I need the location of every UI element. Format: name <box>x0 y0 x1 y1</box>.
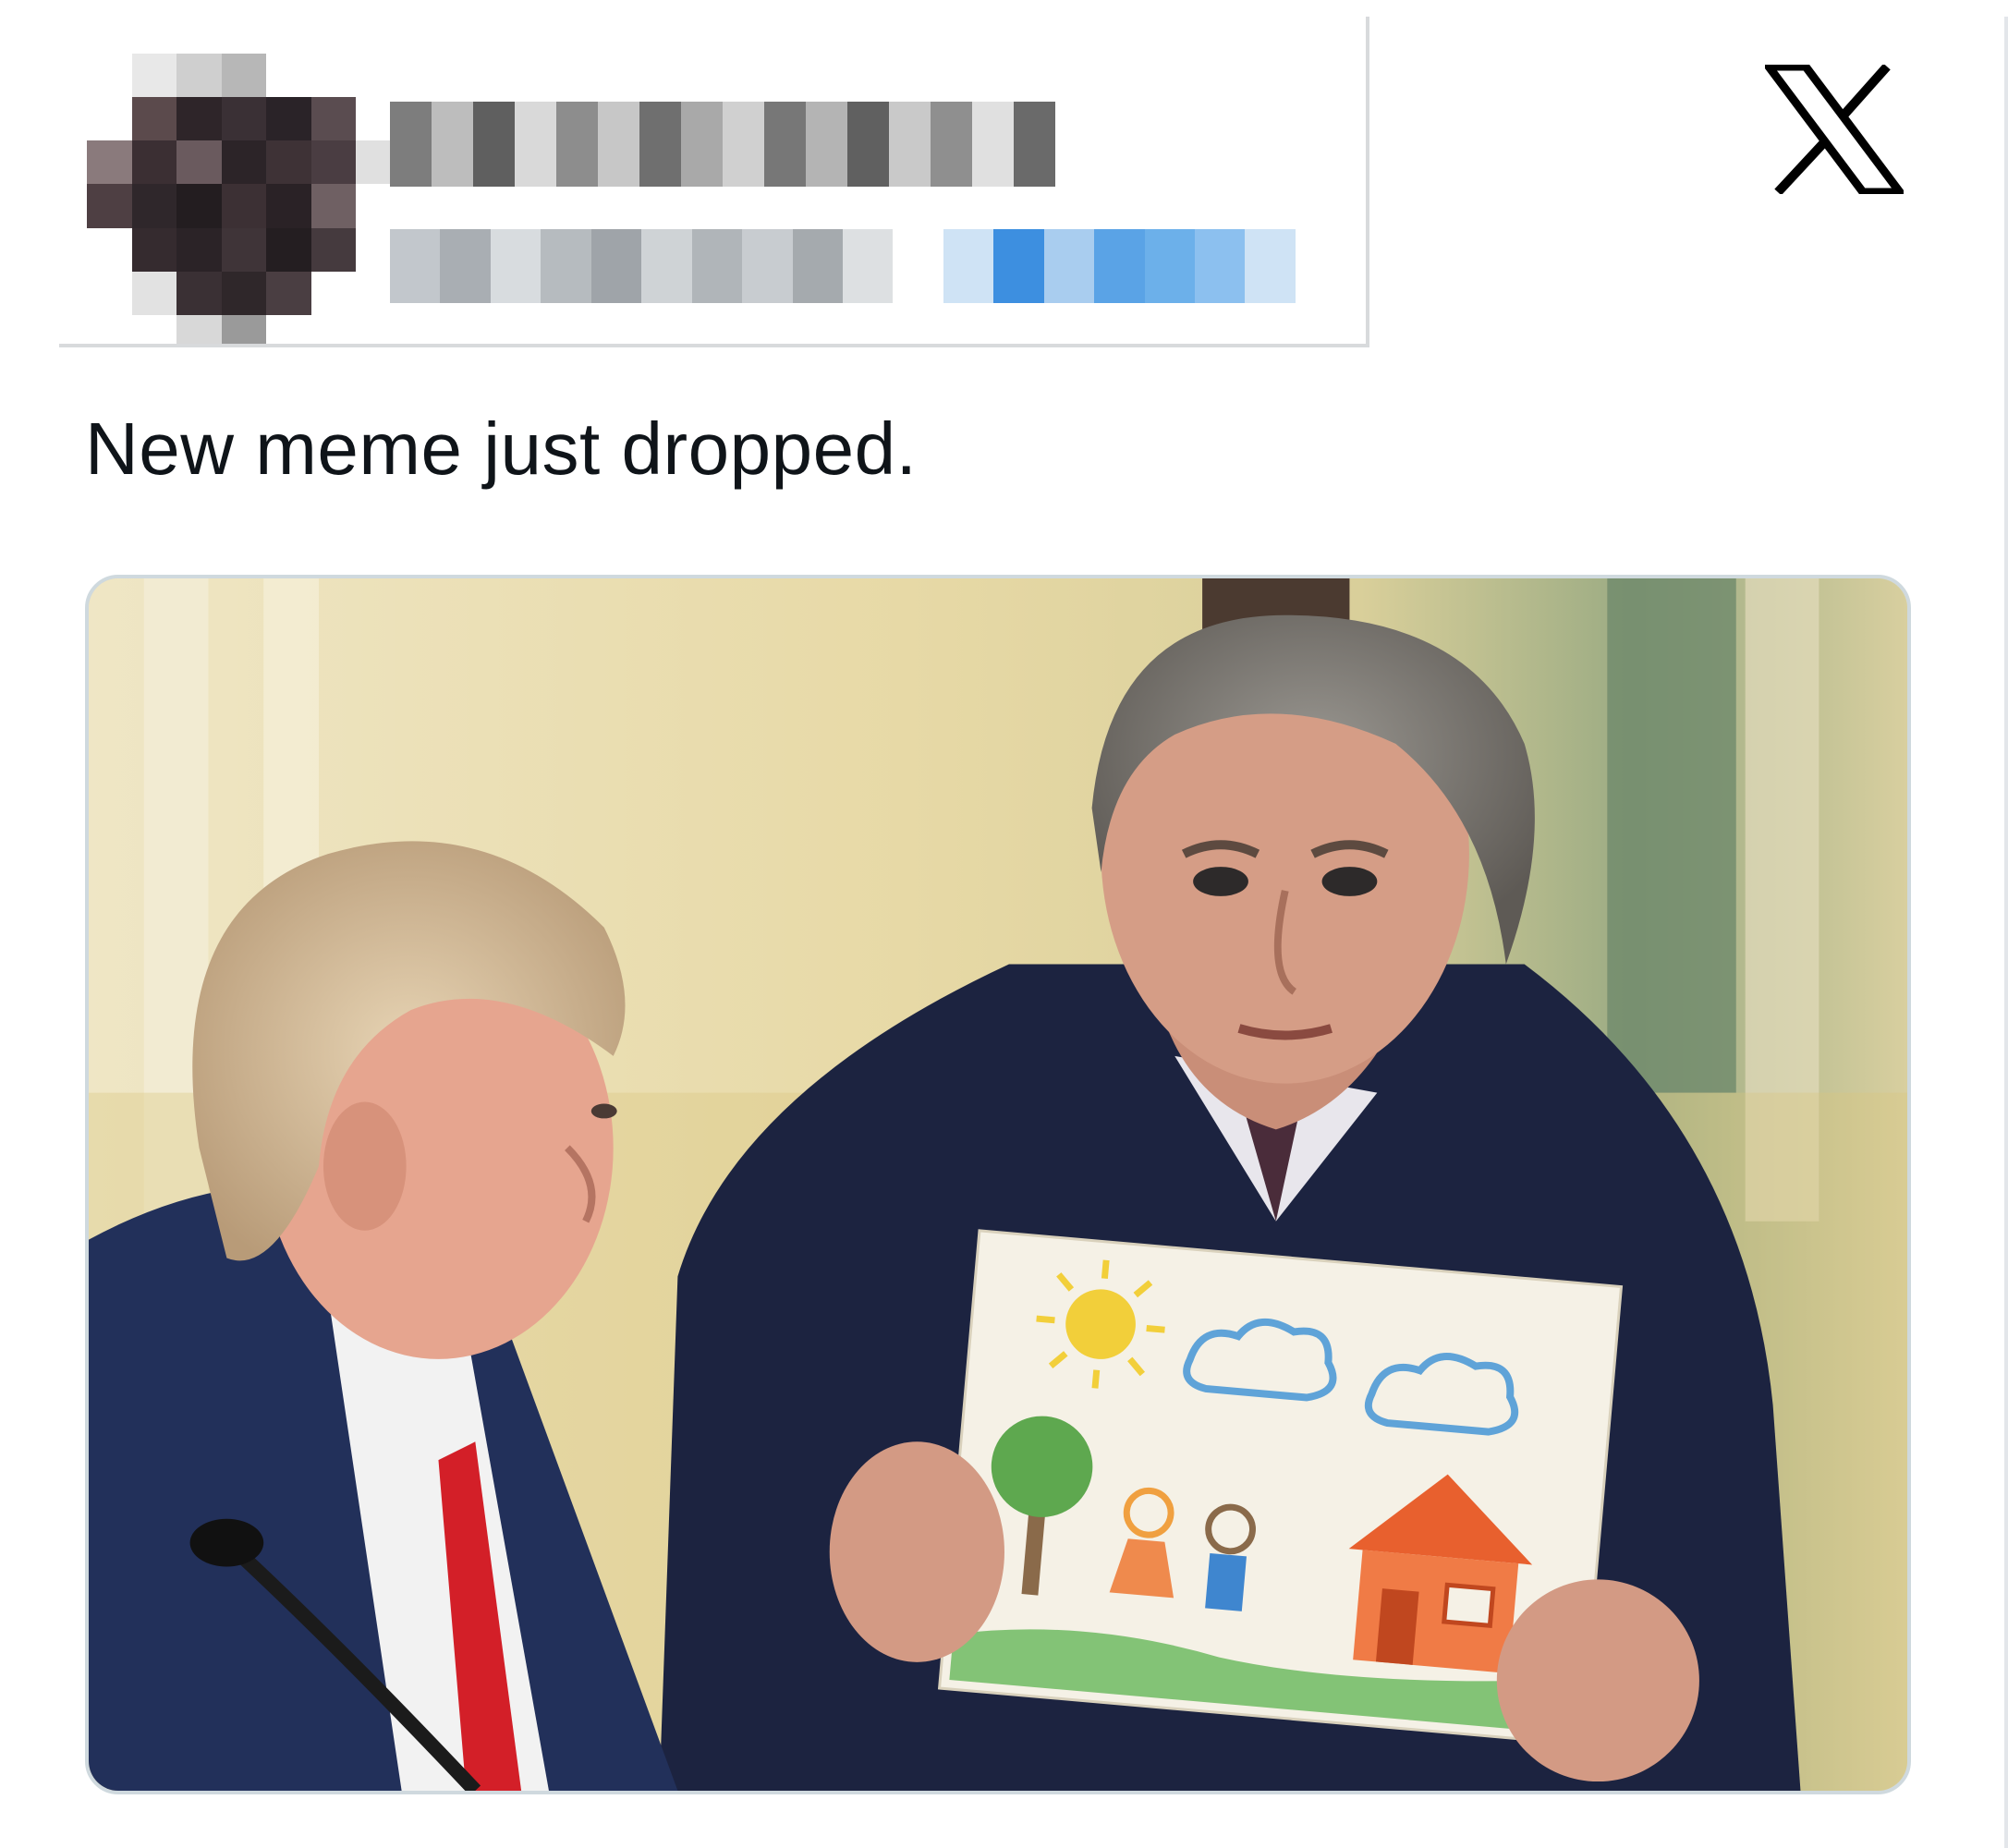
avatar-pixel <box>176 140 222 185</box>
avatar-pixel <box>266 54 311 98</box>
author-name-redacted[interactable] <box>390 102 1055 187</box>
avatar-pixel <box>310 54 357 98</box>
avatar-pixel <box>87 314 132 344</box>
name-pixel <box>972 102 1014 187</box>
avatar-pixel <box>266 227 311 272</box>
name-pixel <box>390 102 432 187</box>
name-pixel <box>598 102 639 187</box>
card-right-edge <box>2004 17 2008 1848</box>
avatar-pixel <box>176 184 222 228</box>
avatar-pixel <box>131 54 177 98</box>
avatar-pixel <box>131 227 177 272</box>
avatar-pixel <box>266 97 311 141</box>
avatar-pixel <box>176 271 222 315</box>
avatar-pixel <box>131 271 177 315</box>
avatar-pixel <box>221 184 267 228</box>
tweet-text: New meme just dropped. <box>85 407 918 490</box>
tweet-card: New meme just dropped. <box>0 0 2008 1848</box>
avatar[interactable] <box>87 54 401 344</box>
handle-pixel <box>1195 229 1246 303</box>
name-pixel <box>432 102 473 187</box>
author-header[interactable] <box>59 17 1369 347</box>
avatar-pixel <box>266 184 311 228</box>
avatar-pixel <box>131 97 177 141</box>
handle-pixel <box>590 229 642 303</box>
avatar-pixel <box>87 271 132 315</box>
avatar-pixel <box>176 314 222 344</box>
avatar-pixel <box>310 97 357 141</box>
avatar-pixel <box>131 314 177 344</box>
handle-pixel <box>541 229 591 303</box>
avatar-pixel <box>221 97 267 141</box>
name-pixel <box>764 102 806 187</box>
handle-pixel <box>742 229 793 303</box>
avatar-pixel <box>131 140 177 185</box>
avatar-pixel <box>266 271 311 315</box>
name-pixel <box>889 102 931 187</box>
name-pixel <box>723 102 764 187</box>
handle-pixel <box>440 229 491 303</box>
handle-pixel <box>1043 229 1095 303</box>
avatar-pixel <box>131 184 177 228</box>
avatar-pixel <box>87 184 132 228</box>
avatar-pixel <box>266 140 311 185</box>
tweet-media-photo[interactable] <box>85 575 1911 1794</box>
avatar-pixel <box>176 227 222 272</box>
handle-pixel <box>1144 229 1195 303</box>
handle-pixel <box>842 229 894 303</box>
handle-pixel <box>893 229 943 303</box>
avatar-pixel <box>221 54 267 98</box>
handle-pixel <box>641 229 692 303</box>
handle-pixel <box>792 229 843 303</box>
avatar-pixel <box>310 271 357 315</box>
avatar-pixel <box>221 271 267 315</box>
meme-photo <box>89 578 1907 1791</box>
avatar-pixel <box>176 54 222 98</box>
handle-pixel <box>691 229 743 303</box>
handle-pixel <box>993 229 1044 303</box>
x-logo-icon[interactable] <box>1765 65 1904 194</box>
avatar-pixel <box>87 54 132 98</box>
avatar-pixel <box>356 184 401 228</box>
avatar-pixel <box>87 140 132 185</box>
handle-pixel <box>1094 229 1145 303</box>
handle-pixel <box>1245 229 1296 303</box>
name-pixel <box>473 102 515 187</box>
name-pixel <box>515 102 556 187</box>
handle-pixel <box>490 229 542 303</box>
name-pixel <box>806 102 847 187</box>
name-pixel <box>1014 102 1055 187</box>
avatar-pixel <box>310 227 357 272</box>
avatar-pixel <box>310 184 357 228</box>
avatar-pixel <box>356 54 401 98</box>
name-pixel <box>681 102 723 187</box>
avatar-pixel <box>221 227 267 272</box>
avatar-pixel <box>176 97 222 141</box>
avatar-pixel <box>221 140 267 185</box>
avatar-pixel <box>87 97 132 141</box>
name-pixel <box>847 102 889 187</box>
author-handle-redacted[interactable] <box>390 229 1296 303</box>
name-pixel <box>556 102 598 187</box>
avatar-pixel <box>310 140 357 185</box>
handle-pixel <box>943 229 994 303</box>
avatar-pixel <box>310 314 357 344</box>
name-pixel <box>931 102 972 187</box>
avatar-pixel <box>356 314 401 344</box>
handle-pixel <box>390 229 441 303</box>
avatar-pixel <box>87 227 132 272</box>
avatar-pixel <box>266 314 311 344</box>
avatar-pixel <box>221 314 267 344</box>
name-pixel <box>639 102 681 187</box>
